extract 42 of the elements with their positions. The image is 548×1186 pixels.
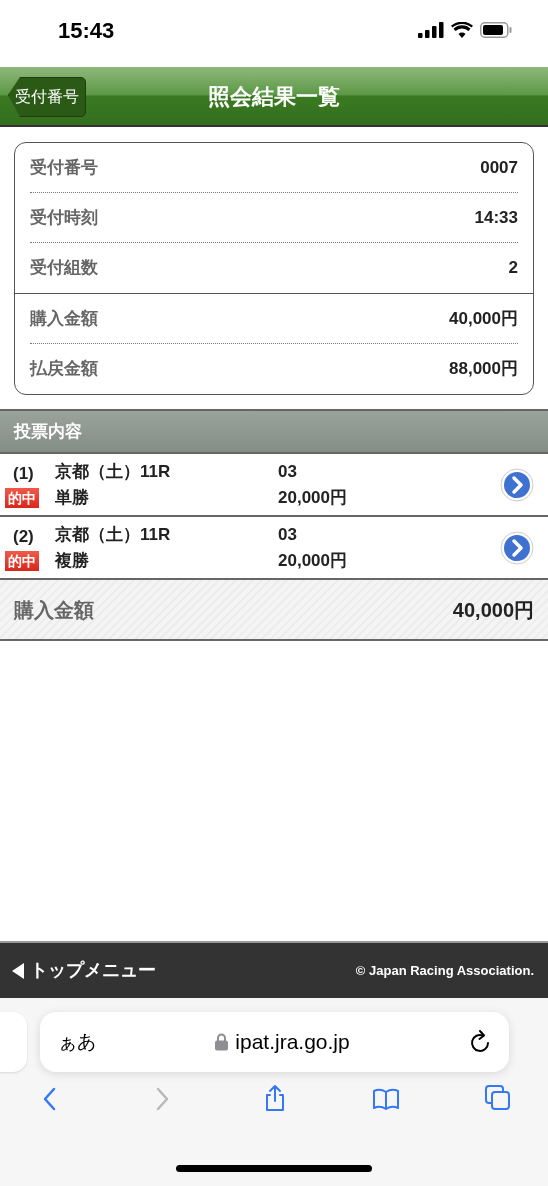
total-value: 40,000円 [452, 597, 534, 623]
hit-badge: 的中 [5, 488, 39, 509]
summary-value: 2 [508, 257, 518, 280]
summary-label: 受付組数 [30, 257, 98, 280]
hit-badge: 的中 [5, 551, 39, 572]
signal-icon [418, 22, 444, 38]
race-name: 京都（土）11R [55, 524, 172, 546]
bet-type: 複勝 [55, 549, 90, 572]
address-bar[interactable]: ぁあ ipat.jra.go.jp [40, 1012, 509, 1072]
summary-label: 受付番号 [30, 156, 98, 179]
triangle-left-icon [12, 962, 24, 979]
page-title: 照会結果一覧 [208, 82, 340, 111]
horse-number: 03 [278, 524, 298, 546]
summary-value: 0007 [480, 156, 518, 179]
back-button[interactable]: 受付番号 [8, 77, 86, 117]
bet-row[interactable]: (1) 的中 京都（土）11R 単勝 03 20,000円 [0, 454, 548, 517]
wifi-icon [451, 22, 473, 38]
copyright: © Japan Racing Association. [355, 961, 534, 980]
url-text: ipat.jra.go.jp [235, 1029, 350, 1056]
summary-value: 40,000円 [449, 307, 518, 330]
bet-type: 単勝 [55, 486, 90, 509]
reload-icon[interactable] [469, 1030, 491, 1054]
lock-icon [215, 1033, 229, 1051]
chevron-circle-icon[interactable] [500, 530, 534, 565]
status-time: 15:43 [58, 16, 115, 45]
total-label: 購入金額 [14, 597, 94, 623]
battery-icon [480, 22, 512, 38]
section-title: 投票内容 [14, 420, 82, 443]
bet-amount: 20,000円 [278, 549, 348, 572]
summary-label: 受付時刻 [30, 206, 98, 229]
bet-amount: 20,000円 [278, 486, 348, 509]
summary-label: 払戻金額 [30, 358, 98, 381]
horse-number: 03 [278, 461, 298, 483]
chevron-circle-icon[interactable] [500, 467, 534, 502]
bet-number: (1) [12, 462, 34, 485]
text-size-button[interactable]: ぁあ [58, 1027, 96, 1057]
bet-number: (2) [12, 525, 34, 548]
race-name: 京都（土）11R [55, 461, 172, 483]
top-menu-link[interactable]: トップメニュー [12, 957, 156, 984]
summary-value: 14:33 [474, 206, 518, 229]
summary-value: 88,000円 [449, 358, 518, 381]
summary-label: 購入金額 [30, 307, 98, 330]
